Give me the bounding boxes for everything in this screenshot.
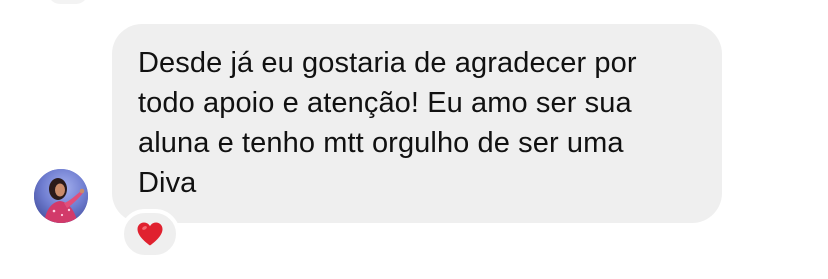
avatar-photo-icon <box>34 169 88 223</box>
previous-message-edge <box>48 0 88 4</box>
reaction-badge[interactable] <box>120 209 180 259</box>
message-bubble[interactable]: Desde já eu gostaria de agradecer por to… <box>112 24 722 223</box>
sender-avatar[interactable] <box>34 169 88 223</box>
red-heart-icon <box>137 222 163 246</box>
message-text: Desde já eu gostaria de agradecer por to… <box>138 47 637 199</box>
